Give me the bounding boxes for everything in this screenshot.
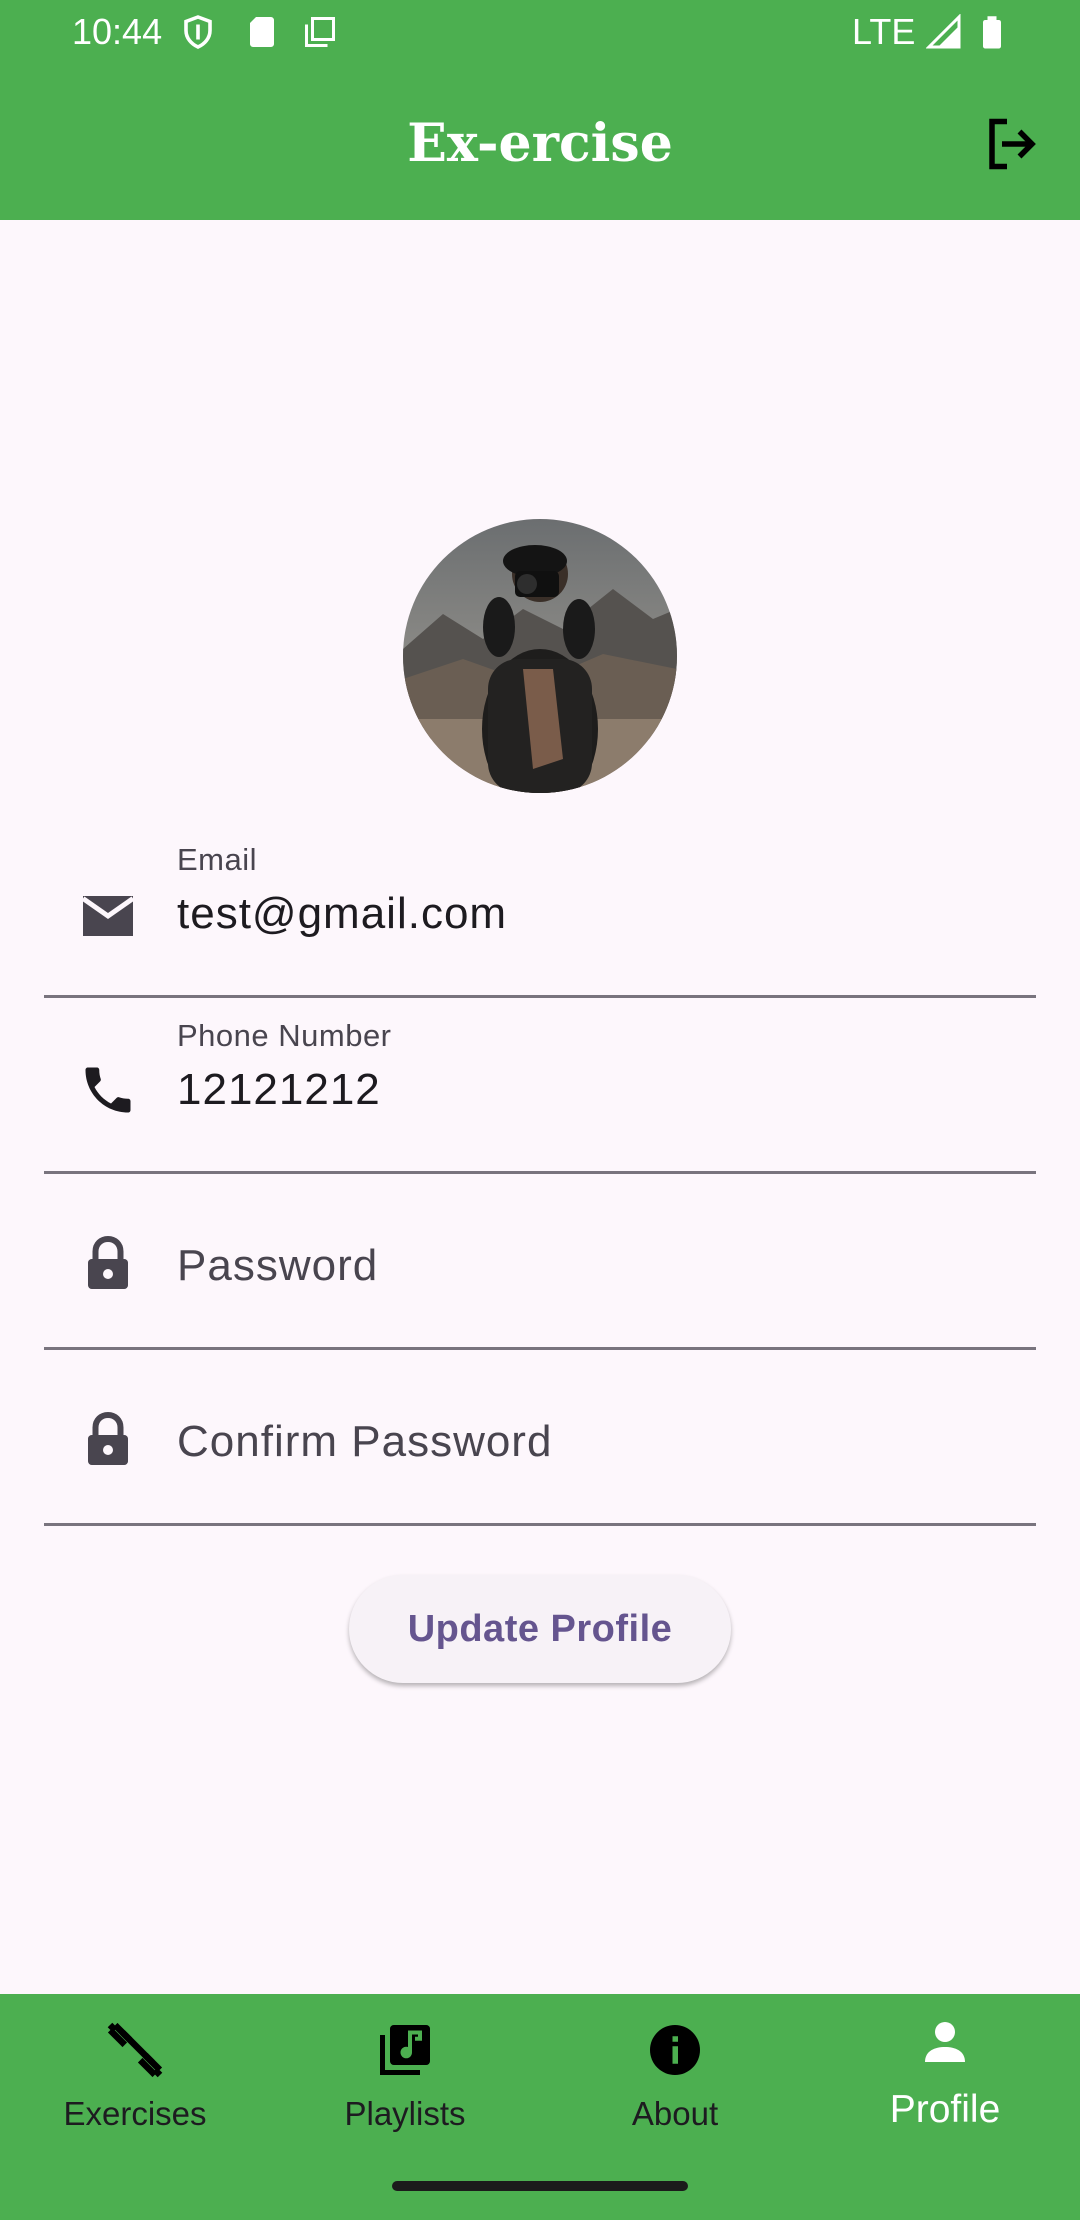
status-time: 10:44 (72, 11, 163, 52)
lock-icon (88, 1411, 128, 1465)
lock-icon (88, 1235, 128, 1289)
network-type: LTE (852, 11, 916, 52)
phone-field[interactable]: Phone Number (44, 998, 1036, 1174)
person-icon (925, 2022, 965, 2062)
signal-icon (926, 14, 961, 49)
phone-label: Phone Number (177, 1018, 392, 1053)
sd-card-icon (250, 17, 274, 47)
phone-icon (85, 1067, 131, 1113)
email-field[interactable]: Email (44, 822, 1036, 998)
shield-icon (184, 15, 212, 49)
battery-icon (983, 16, 1001, 49)
bottom-navigation: Exercises Playlists About Profile (0, 1994, 1080, 2220)
app-bar: 10:44 LTE Ex-ercise (0, 0, 1080, 220)
nav-label-profile: Profile (889, 2088, 1001, 2131)
profile-avatar[interactable] (403, 519, 677, 793)
avatar-photo (403, 519, 677, 793)
confirm-password-field[interactable]: Confirm Password (44, 1350, 1036, 1526)
app-title: Ex-ercise (407, 113, 673, 174)
logout-button[interactable] (976, 108, 1048, 180)
email-icon (81, 896, 135, 936)
nav-item-playlists[interactable]: Playlists (270, 1994, 540, 2174)
nav-label-exercises: Exercises (63, 2095, 207, 2132)
status-bar: 10:44 LTE (0, 0, 1080, 64)
email-label: Email (177, 842, 258, 877)
password-placeholder: Password (177, 1241, 379, 1290)
gesture-handle (392, 2181, 688, 2191)
password-field[interactable]: Password (44, 1174, 1036, 1350)
info-icon (650, 2025, 700, 2075)
nav-item-profile[interactable]: Profile (810, 1994, 1080, 2174)
logout-icon (989, 118, 1036, 170)
nav-label-playlists: Playlists (344, 2095, 466, 2132)
email-input[interactable] (177, 886, 997, 942)
update-profile-button[interactable]: Update Profile (349, 1575, 731, 1683)
nav-item-about[interactable]: About (540, 1994, 810, 2174)
phone-input[interactable] (177, 1062, 997, 1118)
music-library-icon (380, 2025, 430, 2075)
nav-item-exercises[interactable]: Exercises (0, 1994, 270, 2174)
confirm-password-placeholder: Confirm Password (177, 1417, 553, 1466)
nav-label-about: About (631, 2095, 719, 2132)
copy-icon (305, 17, 335, 47)
dumbbell-icon (107, 2022, 163, 2078)
